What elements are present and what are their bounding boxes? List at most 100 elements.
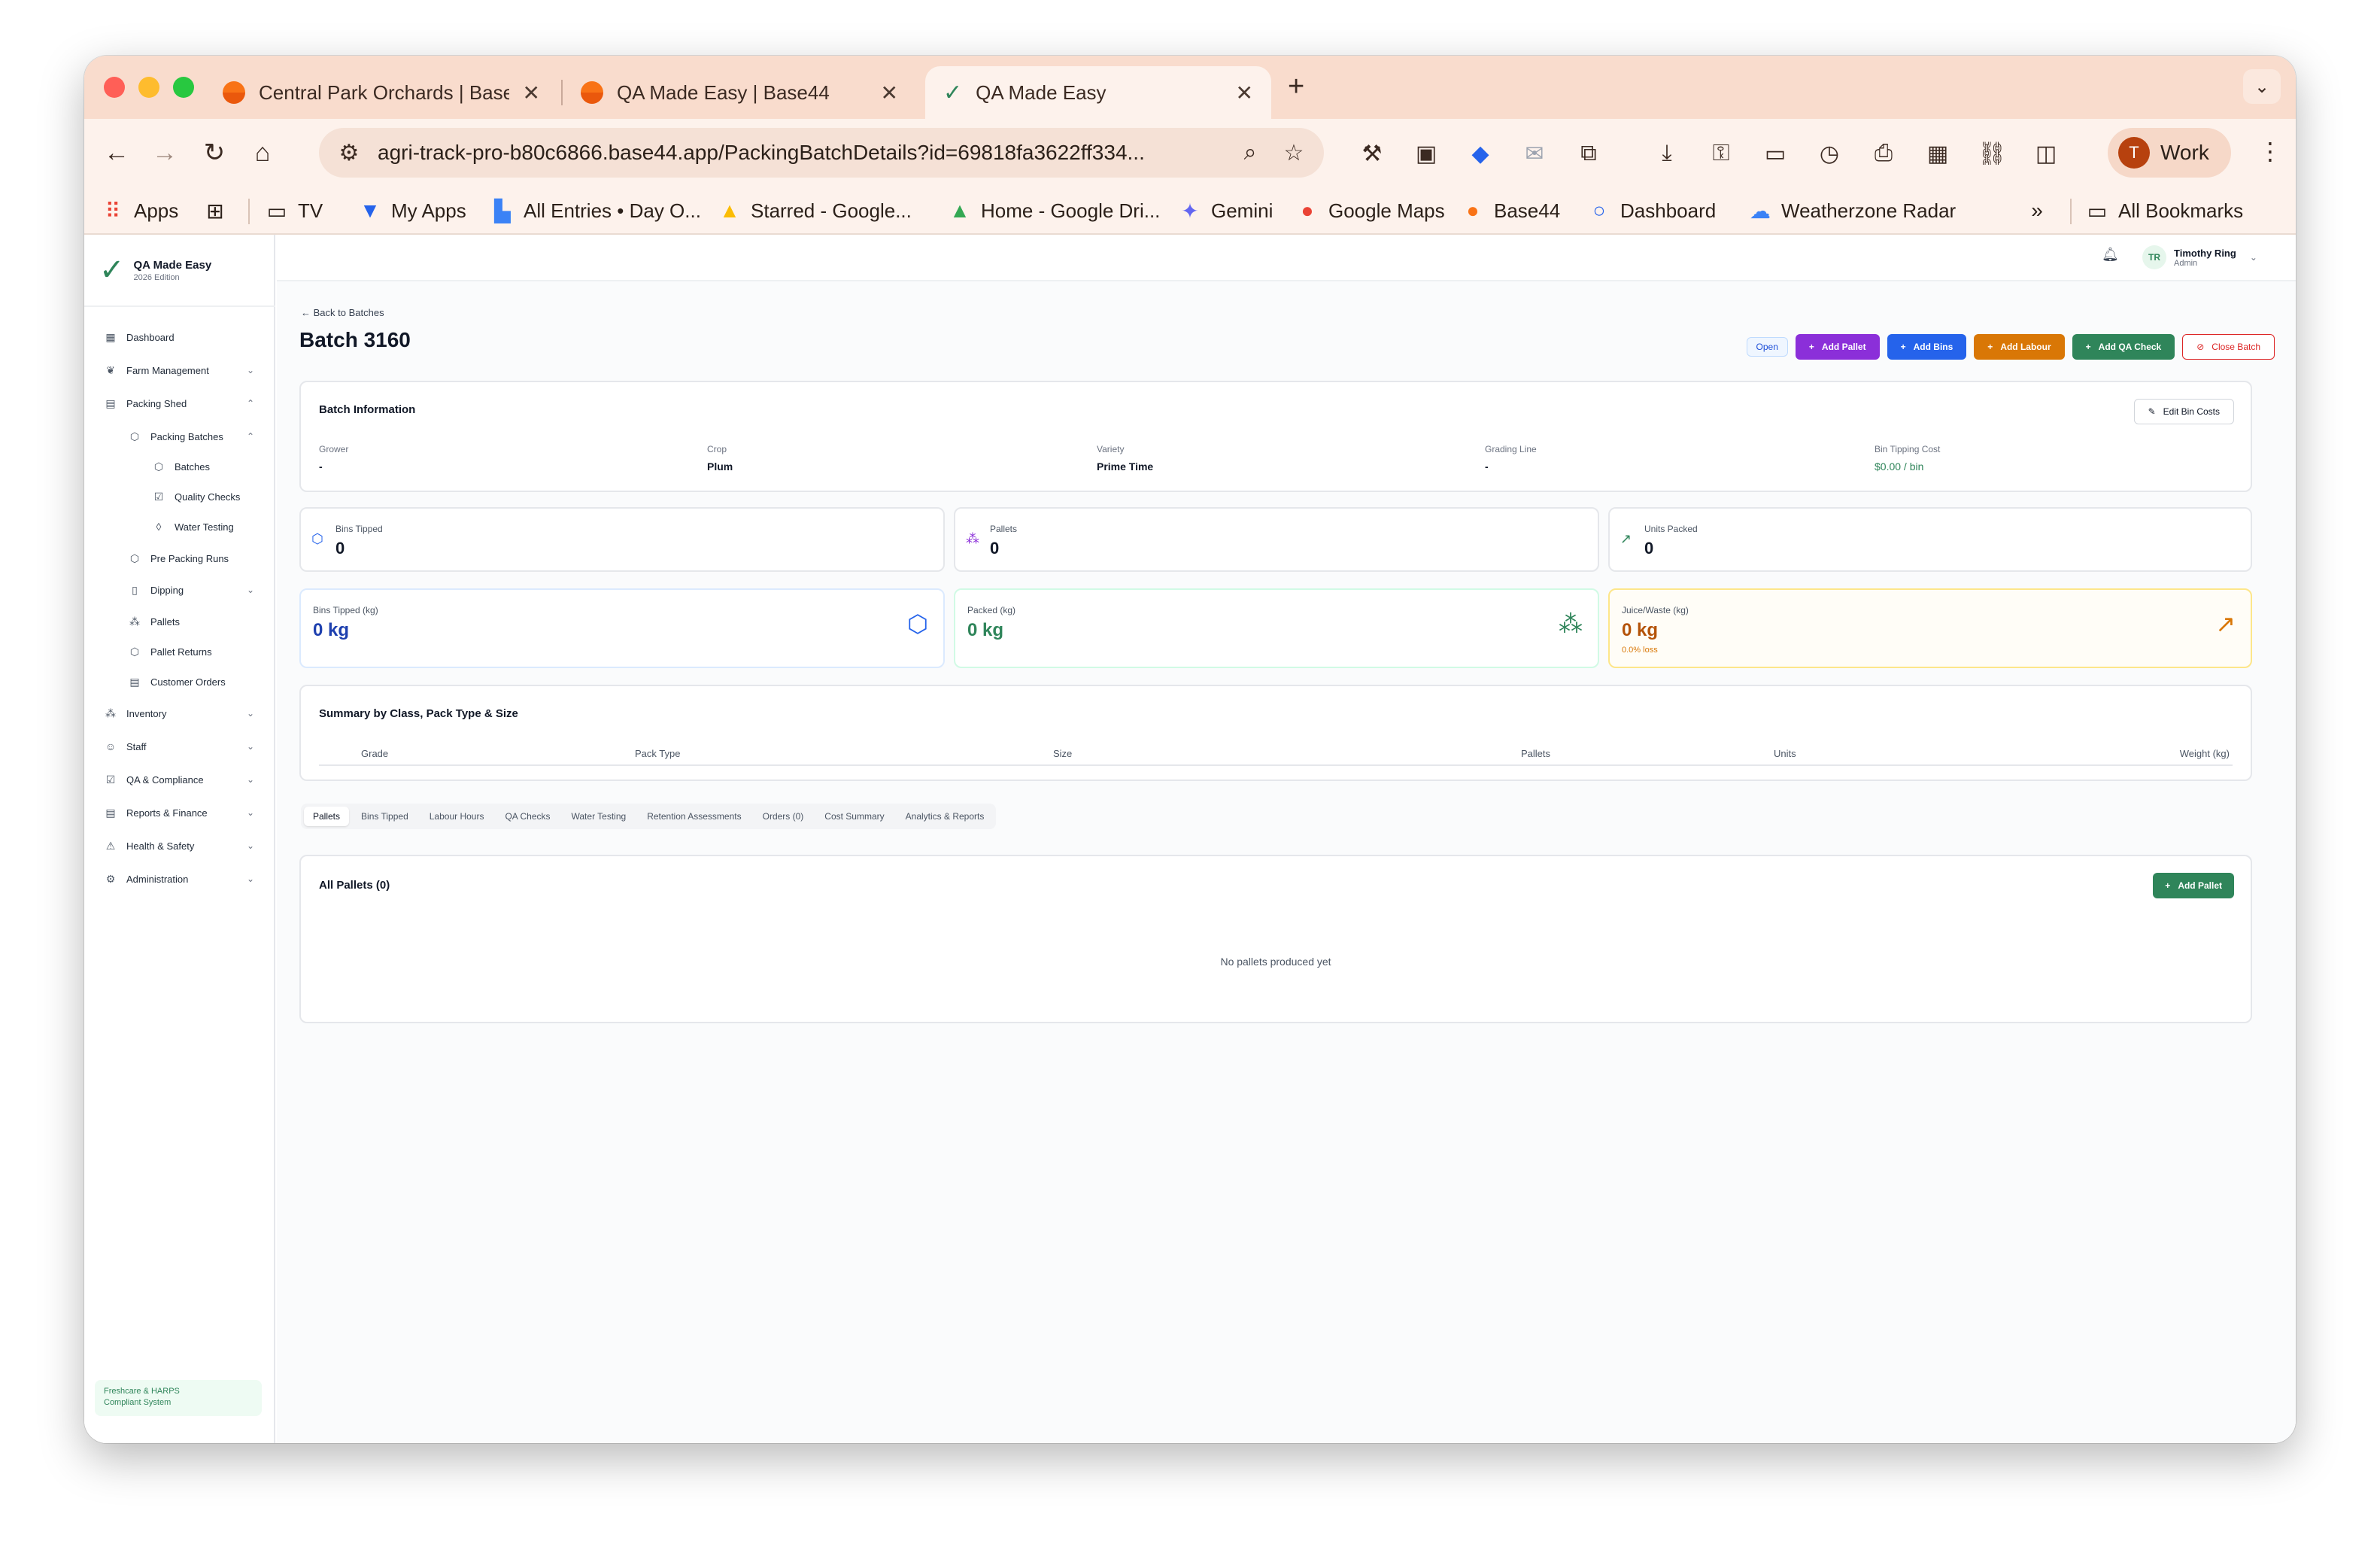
sidebar-item-quality-checks[interactable]: ☑ Quality Checks <box>84 485 275 509</box>
browser-window: Central Park Orchards | Base44 ✕ QA Made… <box>84 56 2296 1443</box>
back-arrow-icon[interactable]: ← <box>99 135 134 170</box>
main-content: ← Back to Batches Batch 3160 Open + Add P… <box>277 281 2296 1443</box>
sidebar-item-qa-compliance[interactable]: ☑ QA & Compliance ⌄ <box>84 767 275 792</box>
sidebar-item-dashboard[interactable]: ▦ Dashboard <box>84 325 275 349</box>
bookmark-home-google-drive[interactable]: ▲ Home - Google Dri... <box>948 196 1160 226</box>
tab-bins-tipped[interactable]: Bins Tipped <box>352 807 417 826</box>
brand[interactable]: ✓ QA Made Easy 2026 Edition <box>99 253 211 287</box>
back-to-batches-link[interactable]: ← Back to Batches <box>301 307 384 318</box>
notification-bell-icon[interactable]: 🔔︎ <box>2102 247 2119 263</box>
sidebar-item-packing-shed[interactable]: ▤ Packing Shed ⌃ <box>84 391 275 415</box>
sidebar-item-staff[interactable]: ☺ Staff ⌄ <box>84 734 275 758</box>
add-labour-button[interactable]: + Add Labour <box>1974 334 2065 360</box>
new-tab-icon[interactable]: + <box>1288 71 1304 103</box>
bookmark-my-apps[interactable]: ▼ My Apps <box>358 196 466 226</box>
tab-labour-hours[interactable]: Labour Hours <box>420 807 493 826</box>
download-icon[interactable]: ⤓ <box>1652 138 1682 169</box>
browser-tab-central-park[interactable]: Central Park Orchards | Base44 ✕ <box>205 66 558 119</box>
browser-tab-qa-base44[interactable]: QA Made Easy | Base44 ✕ <box>563 66 916 119</box>
browser-menu-icon[interactable]: ⋮ <box>2258 137 2282 166</box>
tab-cost-summary[interactable]: Cost Summary <box>815 807 893 826</box>
bookmark-all-entries[interactable]: ▙ All Entries • Day O... <box>490 196 701 226</box>
bookmark-google-maps[interactable]: ● Google Maps <box>1295 196 1445 226</box>
container-icon: ▯ <box>132 583 138 596</box>
bookmark-gemini[interactable]: ✦ Gemini <box>1178 196 1273 226</box>
sidebar-item-batches[interactable]: ⬡ Batches <box>84 454 275 479</box>
zoom-icon[interactable]: ⌕ <box>1235 140 1265 166</box>
bookmark-all-bookmarks[interactable]: ▭ All Bookmarks <box>2085 196 2243 226</box>
sidebar-item-packing-batches[interactable]: ⬡ Packing Batches ⌃ <box>84 424 275 448</box>
close-window-button[interactable] <box>104 77 125 98</box>
juice-waste-kg-card: Juice/Waste (kg) 0 kg 0.0% loss ↗ <box>1608 588 2252 668</box>
batch-actions: Open + Add Pallet + Add Bins + Add Labour +… <box>1746 334 2275 360</box>
add-bins-button[interactable]: + Add Bins <box>1887 334 1967 360</box>
bookmark-tv[interactable]: ▭ TV <box>265 196 323 226</box>
tab-retention-assessments[interactable]: Retention Assessments <box>638 807 750 826</box>
browser-tab-qa-made-easy[interactable]: ✓ QA Made Easy ✕ <box>925 66 1271 119</box>
sidebar-item-health-safety[interactable]: ⚠ Health & Safety ⌄ <box>84 834 275 858</box>
sidebar-item-inventory[interactable]: ⁂ Inventory ⌄ <box>84 701 275 725</box>
sidebar-item-pallet-returns[interactable]: ⬡ Pallet Returns <box>84 640 275 664</box>
extension-diamond-icon[interactable]: ◆ <box>1465 138 1495 169</box>
bookmark-grid[interactable]: ⊞ <box>203 196 227 226</box>
add-pallet-button[interactable]: + Add Pallet <box>1795 334 1880 360</box>
extension-tools-icon[interactable]: ⚒ <box>1357 138 1387 169</box>
bookmark-apps[interactable]: ⠿ Apps <box>101 196 179 226</box>
maximize-window-button[interactable] <box>173 77 194 98</box>
password-key-icon[interactable]: ⚿ <box>1706 138 1736 169</box>
profile-button[interactable]: T Work <box>2108 128 2231 178</box>
side-panel-icon[interactable]: ◫ <box>2031 138 2061 169</box>
chevron-down-icon: ⌄ <box>246 807 254 818</box>
add-pallet-panel-button[interactable]: + Add Pallet <box>2153 873 2234 898</box>
sidebar-item-customer-orders[interactable]: ▤ Customer Orders <box>84 670 275 694</box>
bookmark-starred-google[interactable]: ▲ Starred - Google... <box>718 196 912 226</box>
sidebar-item-farm-management[interactable]: ❦ Farm Management ⌄ <box>84 358 275 382</box>
edit-bin-costs-button[interactable]: ✎ Edit Bin Costs <box>2133 399 2234 424</box>
tab-pallets[interactable]: Pallets <box>304 807 350 826</box>
extension-mail-icon[interactable]: ✉ <box>1519 138 1550 169</box>
add-qa-check-button[interactable]: + Add QA Check <box>2072 334 2175 360</box>
site-settings-icon[interactable]: ⚙ <box>334 140 364 166</box>
forward-arrow-icon[interactable]: → <box>147 135 182 170</box>
bookmark-weatherzone[interactable]: ☁ Weatherzone Radar <box>1748 196 1956 226</box>
chevron-up-icon: ⌃ <box>246 431 254 442</box>
qr-code-icon[interactable]: ▦ <box>1923 138 1953 169</box>
user-menu[interactable]: TR Timothy Ring Admin ⌄ <box>2142 245 2257 269</box>
bins-tipped-kg-card: Bins Tipped (kg) 0 kg ⬡ <box>299 588 945 668</box>
address-bar[interactable]: ⚙ agri-track-pro-b80c6866.base44.app/Pac… <box>319 128 1324 178</box>
history-icon[interactable]: ◷ <box>1814 138 1844 169</box>
sidebar-item-water-testing[interactable]: ◊ Water Testing <box>84 515 275 539</box>
tab-orders[interactable]: Orders (0) <box>754 807 813 826</box>
close-tab-icon[interactable]: ✕ <box>881 81 898 105</box>
extension-square-icon[interactable]: ▣ <box>1411 138 1441 169</box>
sidebar-item-pallets[interactable]: ⁂ Pallets <box>84 609 275 634</box>
trending-up-icon: ↗ <box>2215 610 2236 637</box>
tab-water-testing[interactable]: Water Testing <box>563 807 636 826</box>
minimize-window-button[interactable] <box>138 77 159 98</box>
close-tab-icon[interactable]: ✕ <box>523 81 540 105</box>
close-tab-icon[interactable]: ✕ <box>1236 81 1253 105</box>
check-favicon-icon: ✓ <box>943 80 963 105</box>
print-icon[interactable]: ⎙ <box>1868 138 1899 169</box>
packed-kg-card: Packed (kg) 0 kg ⁂ <box>954 588 1599 668</box>
close-batch-button[interactable]: ⊘ Close Batch <box>2182 334 2275 360</box>
more-bookmarks-icon[interactable]: » <box>2025 196 2049 226</box>
reload-icon[interactable]: ↻ <box>197 135 232 170</box>
home-icon[interactable]: ⌂ <box>245 135 280 170</box>
tab-search-chevron-icon[interactable]: ⌄ <box>2243 69 2281 104</box>
tab-analytics-reports[interactable]: Analytics & Reports <box>897 807 994 826</box>
sidebar-item-dipping[interactable]: ▯ Dipping ⌄ <box>84 578 275 602</box>
sidebar-item-administration[interactable]: ⚙ Administration ⌄ <box>84 867 275 891</box>
tab-qa-checks[interactable]: QA Checks <box>496 807 559 826</box>
copy-link-icon[interactable]: ⛓ <box>1977 138 2007 169</box>
extensions-puzzle-icon[interactable]: ⧉ <box>1574 138 1604 169</box>
bookmark-star-icon[interactable]: ☆ <box>1279 140 1309 166</box>
chevron-down-icon: ⌄ <box>246 840 254 851</box>
sidebar-item-pre-packing-runs[interactable]: ⬡ Pre Packing Runs <box>84 546 275 570</box>
pallets-panel: All Pallets (0) + Add Pallet No pallets p… <box>299 855 2252 1023</box>
bookmark-base44[interactable]: ● Base44 <box>1461 196 1561 226</box>
bookmark-dashboard[interactable]: ○ Dashboard <box>1587 196 1717 226</box>
url-text: agri-track-pro-b80c6866.base44.app/Packi… <box>378 141 1145 164</box>
sidebar-item-reports-finance[interactable]: ▤ Reports & Finance ⌄ <box>84 801 275 825</box>
payment-card-icon[interactable]: ▭ <box>1760 138 1790 169</box>
